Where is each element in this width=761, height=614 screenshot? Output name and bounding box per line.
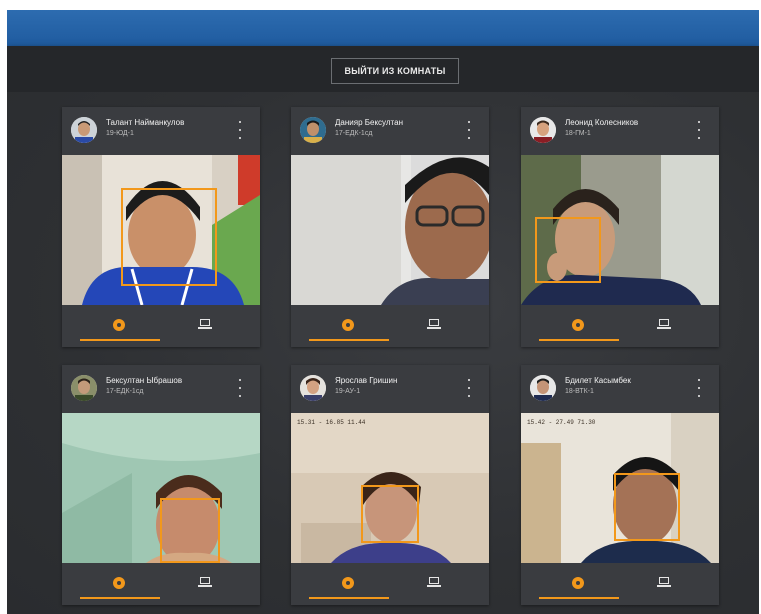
participant-video: 15.31 - 16.85 11.44 [291,413,489,563]
tab-screen[interactable] [395,311,475,339]
laptop-icon [657,577,671,588]
avatar [530,117,556,143]
camera-icon [342,577,354,589]
camera-icon [342,319,354,331]
tab-camera[interactable] [309,311,389,341]
participant-name: Бексултан Ыбрашов [106,376,183,385]
browser-viewport: ВЫЙТИ ИЗ КОМНАТЫ Талант Найманкулов 19-Ю… [7,10,759,614]
face-detection-box [614,473,680,541]
leave-room-button[interactable]: ВЫЙТИ ИЗ КОМНАТЫ [331,58,459,84]
camera-icon [113,577,125,589]
kebab-menu-icon[interactable] [464,379,474,397]
participant-group: 18-ГМ-1 [565,130,591,137]
camera-icon [113,319,125,331]
participant-footer [291,305,489,347]
tab-screen[interactable] [395,569,475,597]
app-top-bar [7,10,759,46]
participant-card: Данияр Бексултан 17-ЕДК-1сд [291,107,489,347]
tab-screen[interactable] [625,311,705,339]
participant-header: Талант Найманкулов 19-ЮД-1 [62,107,260,155]
tab-camera[interactable] [539,569,619,599]
avatar [71,375,97,401]
participant-name: Леонид Колесников [565,118,639,127]
participant-footer [521,305,719,347]
participant-card: Бдилет Касымбек 18-ВТК-1 15.42 - 27.49 7… [521,365,719,605]
participant-header: Данияр Бексултан 17-ЕДК-1сд [291,107,489,155]
tab-camera[interactable] [539,311,619,341]
camera-icon [572,319,584,331]
kebab-menu-icon[interactable] [694,379,704,397]
room-toolbar: ВЫЙТИ ИЗ КОМНАТЫ [7,46,759,92]
participant-header: Леонид Колесников 18-ГМ-1 [521,107,719,155]
participant-footer [62,563,260,605]
laptop-icon [427,577,441,588]
camera-icon [572,577,584,589]
participant-name: Ярослав Гришин [335,376,398,385]
kebab-menu-icon[interactable] [235,121,245,139]
laptop-icon [198,577,212,588]
participant-group: 17-ЕДК-1сд [335,130,373,137]
participant-footer [291,563,489,605]
participants-grid: Талант Найманкулов 19-ЮД-1 Данияр Бексул… [7,92,759,614]
avatar [300,375,326,401]
participant-card: Талант Найманкулов 19-ЮД-1 [62,107,260,347]
participant-group: 19-ЮД-1 [106,130,134,137]
laptop-icon [427,319,441,330]
participant-footer [62,305,260,347]
laptop-icon [198,319,212,330]
participant-header: Бексултан Ыбрашов 17-ЕДК-1сд [62,365,260,413]
face-detection-box [361,485,419,543]
laptop-icon [657,319,671,330]
video-overlay-text: 15.31 - 16.85 11.44 [297,419,366,426]
participant-card: Бексултан Ыбрашов 17-ЕДК-1сд [62,365,260,605]
face-detection-box [535,217,601,283]
tab-screen[interactable] [625,569,705,597]
participant-header: Ярослав Гришин 19-АУ-1 [291,365,489,413]
face-detection-box [121,188,217,286]
participant-video [291,155,489,305]
participant-name: Бдилет Касымбек [565,376,631,385]
tab-screen[interactable] [166,569,246,597]
participant-video [62,155,260,305]
kebab-menu-icon[interactable] [464,121,474,139]
participant-video [62,413,260,563]
participant-card: Леонид Колесников 18-ГМ-1 [521,107,719,347]
participant-header: Бдилет Касымбек 18-ВТК-1 [521,365,719,413]
kebab-menu-icon[interactable] [235,379,245,397]
participant-group: 17-ЕДК-1сд [106,388,144,395]
participant-name: Талант Найманкулов [106,118,185,127]
participant-group: 19-АУ-1 [335,388,361,395]
tab-camera[interactable] [80,311,160,341]
participant-footer [521,563,719,605]
avatar [71,117,97,143]
avatar [530,375,556,401]
avatar [300,117,326,143]
face-detection-box [160,498,220,563]
participant-video [521,155,719,305]
participant-name: Данияр Бексултан [335,118,403,127]
kebab-menu-icon[interactable] [694,121,704,139]
video-overlay-text: 15.42 - 27.49 71.30 [527,419,596,426]
participant-card: Ярослав Гришин 19-АУ-1 15.31 - 16.85 11.… [291,365,489,605]
tab-camera[interactable] [80,569,160,599]
participant-video: 15.42 - 27.49 71.30 [521,413,719,563]
tab-camera[interactable] [309,569,389,599]
participant-group: 18-ВТК-1 [565,388,594,395]
tab-screen[interactable] [166,311,246,339]
